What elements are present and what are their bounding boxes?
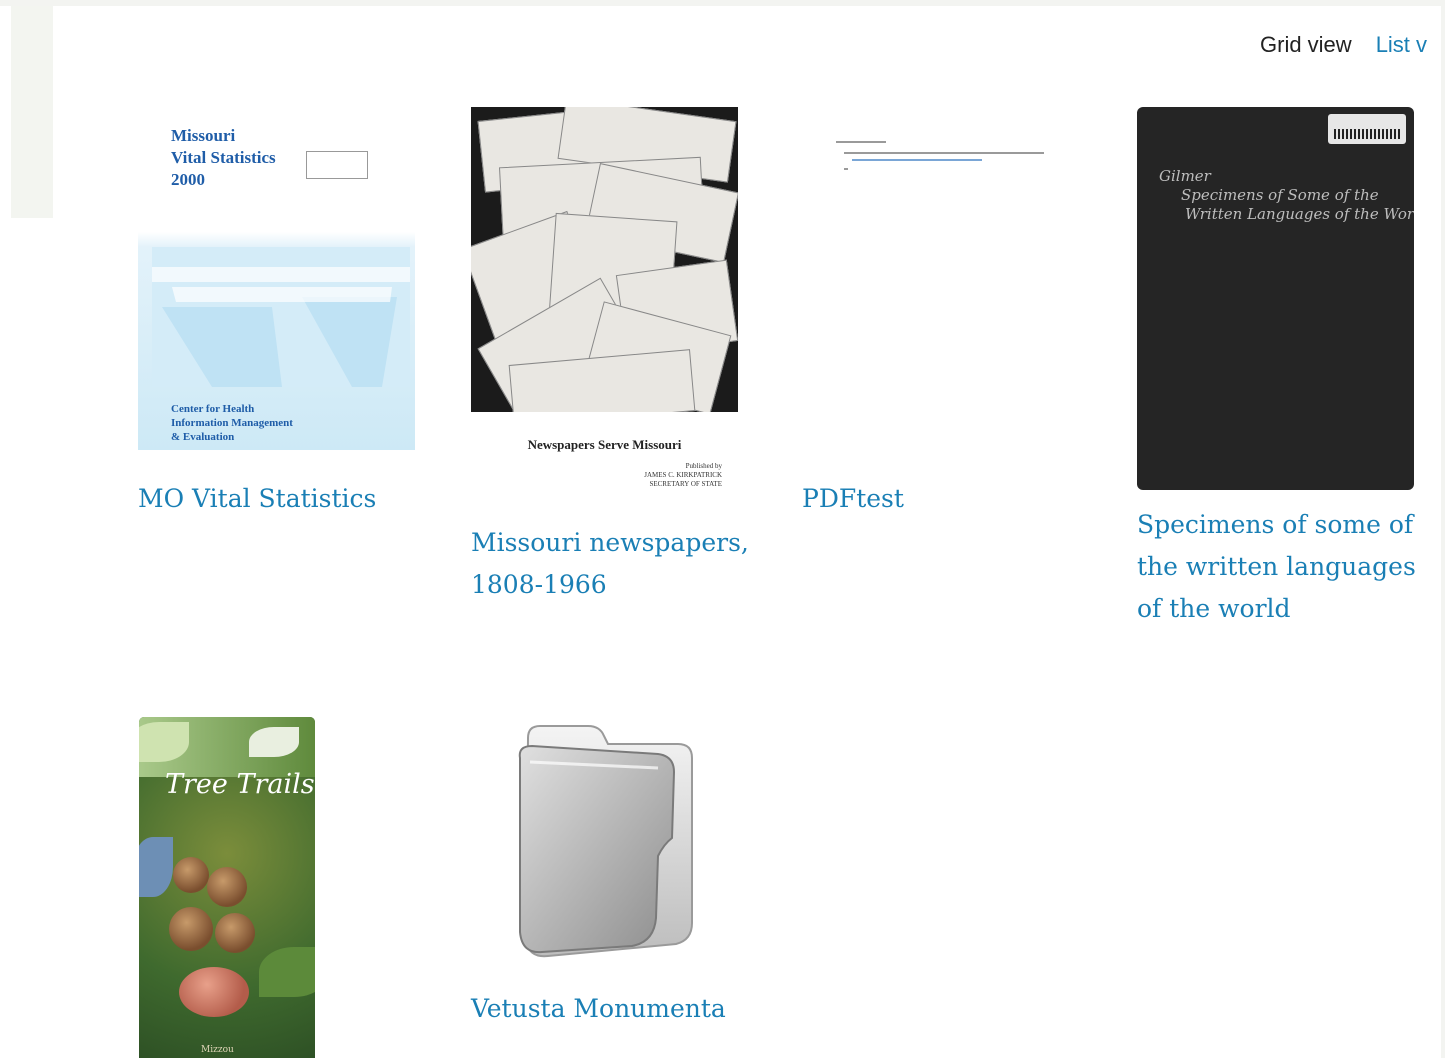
- item-title-pdftest[interactable]: PDFtest: [802, 478, 904, 520]
- item-title-vetusta-monumenta[interactable]: Vetusta Monumenta: [471, 988, 726, 1030]
- thumb-footer: Center for Health Information Management…: [171, 403, 293, 443]
- item-thumbnail-mo-vital-statistics[interactable]: Missouri Vital Statistics 2000 Center fo…: [138, 107, 415, 450]
- item-title-mo-vital-statistics[interactable]: MO Vital Statistics: [138, 478, 376, 520]
- thumb-heading: Missouri Vital Statistics 2000: [171, 126, 276, 189]
- tree-trails-title: Tree Trails: [165, 769, 315, 800]
- item-thumbnail-missouri-newspapers[interactable]: Newspapers Serve Missouri Published by J…: [471, 107, 738, 497]
- item-thumbnail-specimens[interactable]: Gilmer Specimens of Some of the Written …: [1137, 107, 1414, 490]
- right-scroll-edge: [1441, 0, 1445, 1058]
- collection-grid-page: Grid view List v Missouri Vital Statistic…: [0, 0, 1445, 1058]
- item-title-specimens[interactable]: Specimens of some of the written languag…: [1137, 504, 1416, 630]
- view-toggle: Grid view List v: [1260, 32, 1427, 58]
- barcode-label: [1328, 114, 1406, 144]
- folder-icon[interactable]: [508, 718, 698, 958]
- thumb-graphic: [152, 247, 410, 387]
- top-border-strip: [0, 0, 1445, 6]
- grid-view-option[interactable]: Grid view: [1260, 32, 1352, 57]
- item-thumbnail-tree-trails[interactable]: Tree Trails Mizzou: [139, 717, 315, 1058]
- library-stamp: [306, 151, 368, 179]
- item-thumbnail-pdftest[interactable]: [830, 135, 1050, 180]
- item-title-missouri-newspapers[interactable]: Missouri newspapers, 1808-1966: [471, 522, 749, 606]
- tree-trails-footer: Mizzou: [201, 1045, 234, 1055]
- newspapers-caption: Newspapers Serve Missouri: [527, 437, 682, 452]
- barcode-icon: [1334, 129, 1400, 139]
- newspapers-publisher: Published by JAMES C. KIRKPATRICK SECRET…: [644, 462, 722, 488]
- newspapers-photo: [471, 107, 738, 412]
- handwritten-cover-text: Gilmer Specimens of Some of the Written …: [1159, 167, 1414, 223]
- list-view-link[interactable]: List v: [1376, 32, 1427, 57]
- left-side-tab: [11, 6, 53, 218]
